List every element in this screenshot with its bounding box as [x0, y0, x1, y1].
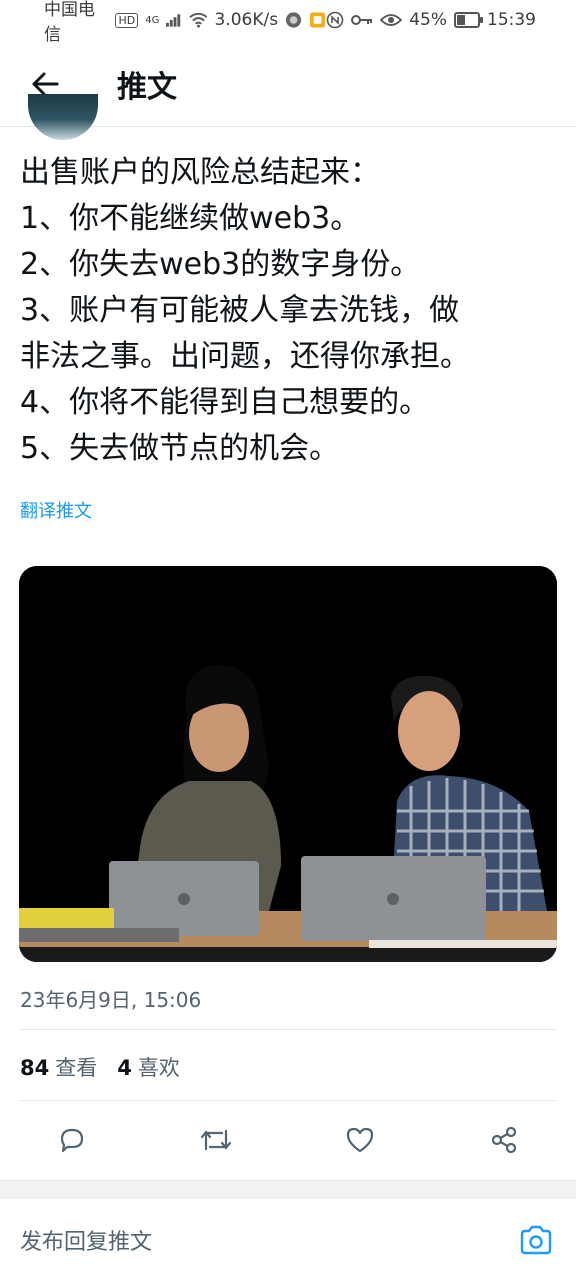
share-icon	[491, 1126, 517, 1154]
tweet-text-line: 非法之事。出问题，还得你承担。	[20, 339, 470, 374]
status-left: 中国电信 HD 4G 3.06K/s	[44, 0, 326, 45]
key-icon	[351, 15, 373, 25]
tweet-actions	[0, 1118, 576, 1162]
like-button[interactable]	[340, 1120, 380, 1160]
likes-count: 4	[117, 1056, 132, 1080]
status-bar: 中国电信 HD 4G 3.06K/s 45% 15:39	[0, 0, 576, 45]
tweet-stats: 84 查看 4 喜欢	[20, 1052, 180, 1082]
author-avatar[interactable]	[28, 94, 98, 140]
photo-two-people-laptops	[19, 566, 557, 962]
reply-composer: 发布回复推文	[0, 1199, 576, 1280]
status-right: 45% 15:39	[326, 10, 536, 30]
page-title: 推文	[117, 70, 177, 105]
camera-icon	[520, 1225, 552, 1254]
retweet-icon	[200, 1129, 232, 1151]
tweet-text-line: 1、你不能继续做web3。	[20, 201, 361, 236]
translate-tweet-link[interactable]: 翻译推文	[20, 497, 92, 523]
wifi-icon	[188, 12, 208, 28]
reply-icon	[60, 1128, 84, 1153]
camera-button[interactable]	[516, 1220, 556, 1260]
eye-icon	[380, 14, 403, 26]
hd-badge: HD	[115, 12, 139, 28]
tweet-timestamp: 23年6月9日, 15:06	[20, 988, 202, 1012]
divider	[20, 1100, 556, 1101]
likes-label: 喜欢	[137, 1056, 180, 1080]
tweet-media-image[interactable]	[19, 566, 557, 962]
reply-button[interactable]	[52, 1120, 92, 1160]
reply-input[interactable]: 发布回复推文	[20, 1224, 152, 1256]
app-notification-icon	[286, 12, 302, 28]
likes-stat[interactable]: 4 喜欢	[117, 1052, 180, 1082]
clock: 15:39	[487, 10, 536, 30]
tweet-text-line: 5、失去做节点的机会。	[20, 431, 340, 466]
tweet-text: 出售账户的风险总结起来： 1、你不能继续做web3。 2、你失去web3的数字身份。…	[20, 150, 560, 472]
views-count: 84	[20, 1056, 50, 1080]
tweet-text-line: 2、你失去web3的数字身份。	[20, 247, 421, 282]
battery-icon	[454, 12, 483, 28]
tweet-text-line: 出售账户的风险总结起来：	[20, 155, 380, 190]
nfc-icon	[326, 11, 344, 29]
network-speed: 3.06K/s	[214, 10, 279, 30]
network-type: 4G	[145, 14, 160, 26]
tweet-text-line: 4、你将不能得到自己想要的。	[20, 385, 430, 420]
carrier-name: 中国电信	[44, 0, 95, 45]
tweet-text-line: 3、账户有可能被人拿去洗钱，做	[20, 293, 460, 328]
retweet-button[interactable]	[196, 1120, 236, 1160]
battery-level	[457, 15, 466, 25]
section-separator	[0, 1180, 576, 1199]
signal-icon	[166, 14, 181, 27]
battery-percent: 45%	[409, 10, 447, 30]
share-button[interactable]	[484, 1120, 524, 1160]
like-icon	[346, 1127, 374, 1153]
divider	[20, 1029, 556, 1030]
app-badge-icon	[310, 12, 326, 28]
views-label: 查看	[55, 1056, 98, 1080]
views-stat[interactable]: 84 查看	[20, 1052, 97, 1082]
